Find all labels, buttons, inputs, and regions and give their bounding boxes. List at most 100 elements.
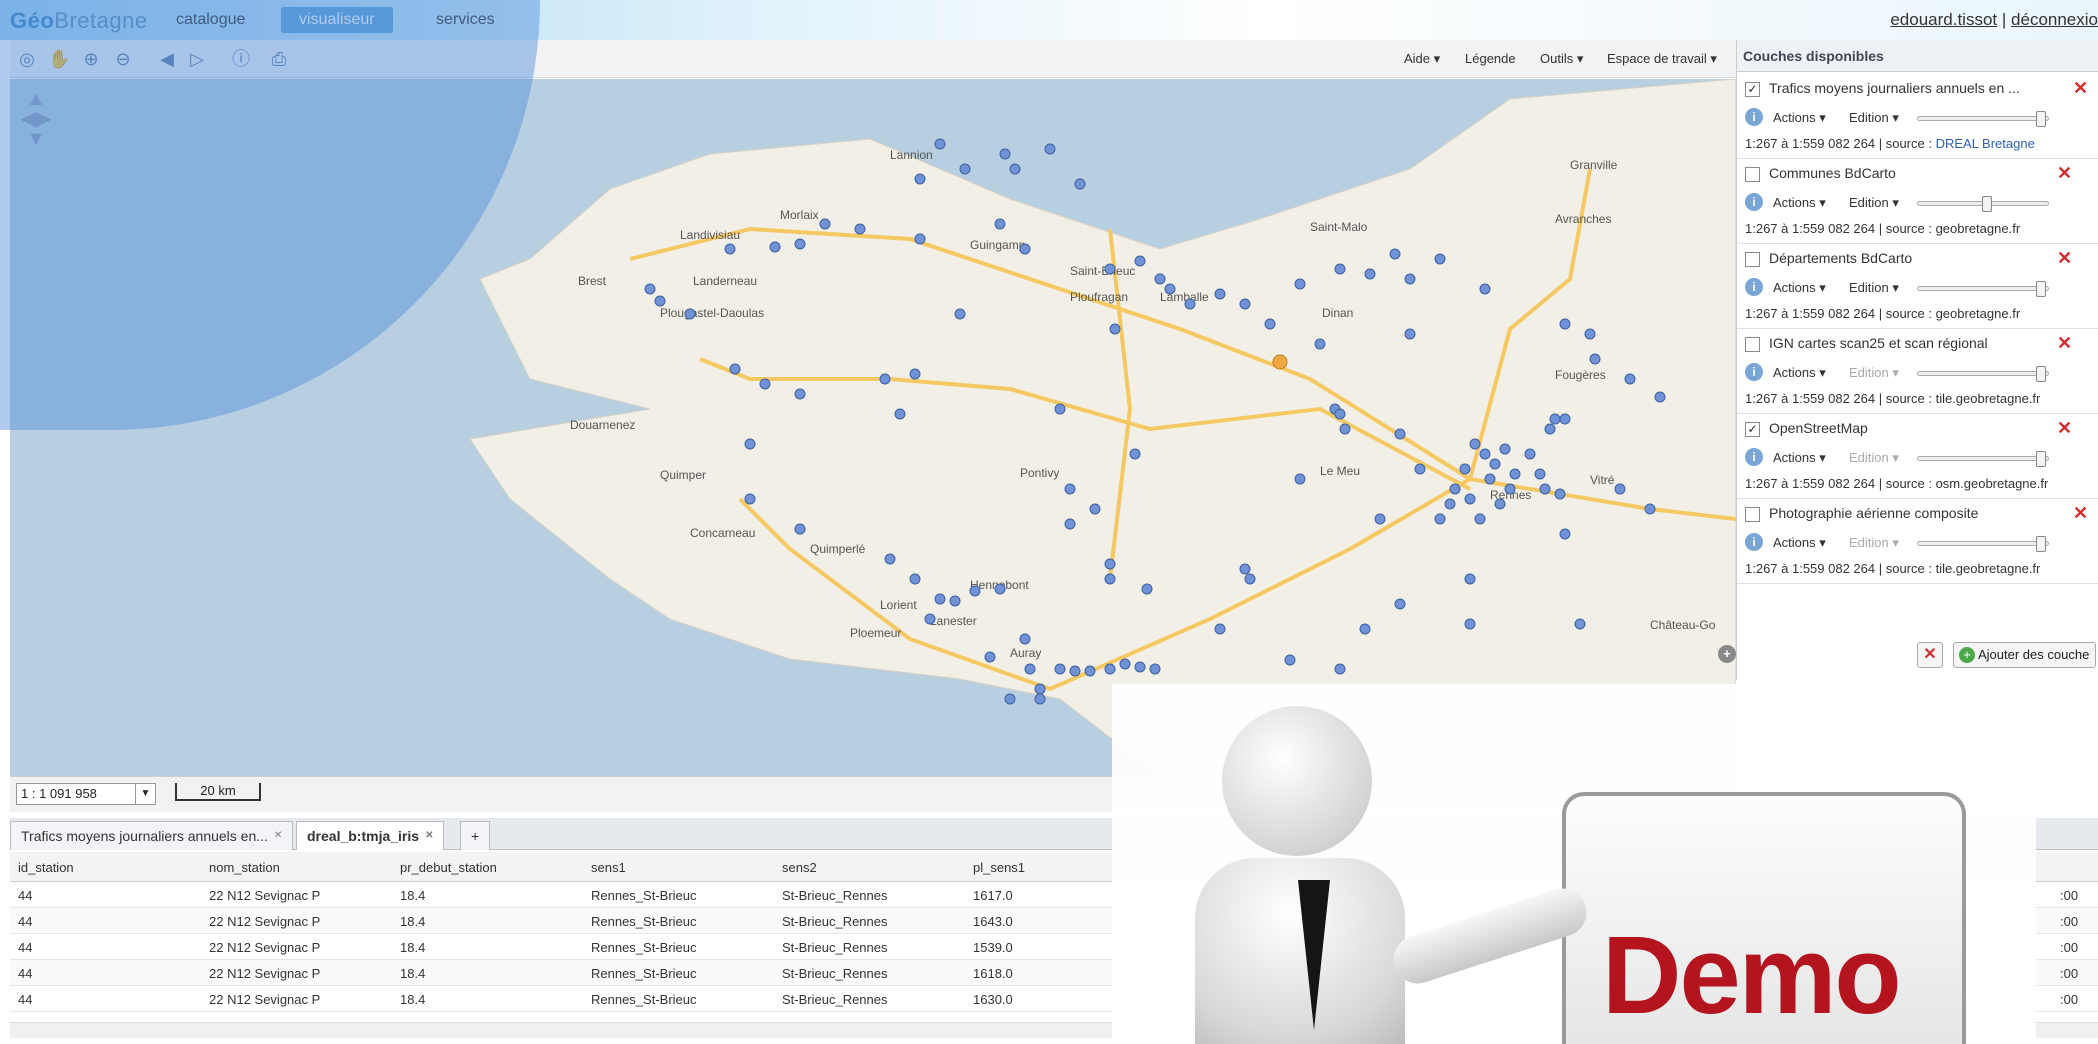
actions-menu[interactable]: Actions ▾: [1773, 110, 1826, 126]
table-cell: 18.4: [400, 940, 426, 955]
opacity-slider[interactable]: [1917, 196, 2049, 212]
remove-layers-button[interactable]: ✕: [1917, 642, 1943, 668]
add-tab-button[interactable]: +: [460, 821, 491, 850]
slider-handle[interactable]: [2036, 366, 2046, 382]
logout-link[interactable]: déconnexio: [2011, 10, 2098, 29]
table-cell: 22 N12 Sevignac P: [209, 914, 321, 929]
map-toolbar: ◎ ✋ ⊕ ⊖ ◀ ▷ ⓘ ⎙ Aide ▾ Légende Outils ▾ …: [10, 40, 1736, 78]
delete-icon[interactable]: ✕: [2057, 418, 2072, 439]
column-header[interactable]: sens2: [782, 860, 817, 875]
map-canvas[interactable]: Lannion Morlaix Guingamp Landivisiau Brest…: [10, 79, 1736, 776]
column-header[interactable]: id_station: [18, 860, 74, 875]
slider-handle[interactable]: [2036, 536, 2046, 552]
user-name-link[interactable]: edouard.tissot: [1890, 10, 1997, 29]
slider-handle[interactable]: [2036, 111, 2046, 127]
slider-handle[interactable]: [2036, 281, 2046, 297]
history-back-icon[interactable]: ◀: [156, 48, 178, 70]
history-forward-icon[interactable]: ▷: [186, 48, 208, 70]
layer-checkbox[interactable]: [1745, 507, 1760, 522]
georetagne-logo[interactable]: GéoBretagne: [10, 8, 148, 34]
tab-trafics[interactable]: Trafics moyens journaliers annuels en...…: [10, 821, 294, 850]
zoom-out-icon[interactable]: ⊖: [112, 48, 134, 70]
outils-menu[interactable]: Outils ▾: [1540, 51, 1583, 67]
info-icon[interactable]: i: [1745, 448, 1763, 466]
layers-panel-footer: ✕ + Ajouter des couche: [1737, 636, 2098, 676]
actions-menu[interactable]: Actions ▾: [1773, 195, 1826, 211]
info-icon[interactable]: i: [1745, 278, 1763, 296]
delete-icon[interactable]: ✕: [2057, 163, 2072, 184]
svg-text:Vitré: Vitré: [1590, 473, 1615, 487]
edition-menu: Edition ▾: [1849, 365, 1899, 380]
espace-travail-menu[interactable]: Espace de travail ▾: [1607, 51, 1717, 67]
chevron-down-icon[interactable]: ▼: [135, 784, 155, 804]
svg-text:Ploufragan: Ploufragan: [1070, 290, 1128, 304]
table-cell: St-Brieuc_Rennes: [782, 888, 888, 903]
table-cell: :00: [2060, 992, 2079, 1007]
zoom-extent-icon[interactable]: ◎: [16, 48, 38, 70]
actions-menu[interactable]: Actions ▾: [1773, 365, 1826, 381]
layer-checkbox[interactable]: [1745, 167, 1760, 182]
delete-icon[interactable]: ✕: [2057, 333, 2072, 354]
edition-menu[interactable]: Edition ▾: [1849, 195, 1899, 211]
delete-icon[interactable]: ✕: [2073, 78, 2088, 99]
slider-handle[interactable]: [1982, 196, 1992, 212]
column-header[interactable]: nom_station: [209, 860, 280, 875]
pan-hand-icon[interactable]: ✋: [48, 48, 70, 70]
close-icon[interactable]: ✕: [425, 830, 433, 841]
layer-checkbox[interactable]: [1745, 337, 1760, 352]
edition-menu[interactable]: Edition ▾: [1849, 110, 1899, 126]
print-icon[interactable]: ⎙: [268, 48, 290, 70]
actions-menu[interactable]: Actions ▾: [1773, 535, 1826, 551]
add-layers-button[interactable]: + Ajouter des couche: [1953, 642, 2097, 668]
nav-catalogue[interactable]: catalogue: [158, 7, 263, 33]
tab-tmja-iris[interactable]: dreal_b:tmja_iris ✕: [296, 821, 445, 850]
edition-menu[interactable]: Edition ▾: [1849, 280, 1899, 296]
svg-text:Saint-Malo: Saint-Malo: [1310, 220, 1368, 234]
nav-services[interactable]: services: [418, 7, 513, 33]
person-tie: [1298, 880, 1330, 1030]
delete-icon[interactable]: ✕: [2073, 503, 2088, 524]
opacity-slider[interactable]: [1917, 281, 2049, 297]
table-cell: 1630.0: [973, 992, 1013, 1007]
layer-checkbox[interactable]: ✓: [1745, 82, 1760, 97]
opacity-slider[interactable]: [1917, 536, 2049, 552]
nav-visualiseur[interactable]: visualiseur: [281, 7, 393, 33]
opacity-slider[interactable]: [1917, 111, 2049, 127]
scale-select[interactable]: 1 : 1 091 958 ▼: [16, 783, 156, 805]
opacity-slider[interactable]: [1917, 366, 2049, 382]
layer-meta: 1:267 à 1:559 082 264 | source : osm.geo…: [1745, 476, 2049, 491]
info-icon[interactable]: i: [1745, 533, 1763, 551]
svg-text:Concarneau: Concarneau: [690, 526, 755, 540]
column-header[interactable]: sens1: [591, 860, 626, 875]
svg-text:Ploemeur: Ploemeur: [850, 626, 901, 640]
layer-checkbox[interactable]: [1745, 252, 1760, 267]
close-icon[interactable]: ✕: [274, 830, 282, 841]
svg-text:Pontivy: Pontivy: [1020, 466, 1059, 480]
opacity-slider[interactable]: [1917, 451, 2049, 467]
slider-handle[interactable]: [2036, 451, 2046, 467]
layer-checkbox[interactable]: ✓: [1745, 422, 1760, 437]
actions-menu[interactable]: Actions ▾: [1773, 280, 1826, 296]
table-cell: 1643.0: [973, 914, 1013, 929]
table-cell: 44: [18, 966, 33, 981]
info-icon[interactable]: i: [1745, 108, 1763, 126]
info-icon[interactable]: i: [1745, 193, 1763, 211]
info-icon[interactable]: i: [1745, 363, 1763, 381]
pan-zoom-control[interactable]: ▲ ◀▶ ▼: [14, 89, 58, 149]
delete-icon[interactable]: ✕: [2057, 248, 2072, 269]
legende-button[interactable]: Légende: [1465, 51, 1516, 66]
zoom-in-icon[interactable]: ⊕: [80, 48, 102, 70]
demo-label: Demo: [1602, 914, 1902, 1037]
layer-item: IGN cartes scan25 et scan régional ✕ i A…: [1737, 329, 2098, 414]
table-cell: St-Brieuc_Rennes: [782, 914, 888, 929]
column-header[interactable]: pl_sens1: [973, 860, 1025, 875]
svg-text:Fougères: Fougères: [1555, 368, 1606, 382]
column-header[interactable]: pr_debut_station: [400, 860, 497, 875]
aide-menu[interactable]: Aide ▾: [1404, 51, 1440, 67]
info-icon[interactable]: ⓘ: [230, 48, 252, 70]
table-cell: St-Brieuc_Rennes: [782, 966, 888, 981]
svg-text:Auray: Auray: [1010, 646, 1041, 660]
actions-menu[interactable]: Actions ▾: [1773, 450, 1826, 466]
table-cell: Rennes_St-Brieuc: [591, 914, 697, 929]
map-expand-icon[interactable]: +: [1718, 645, 1736, 663]
